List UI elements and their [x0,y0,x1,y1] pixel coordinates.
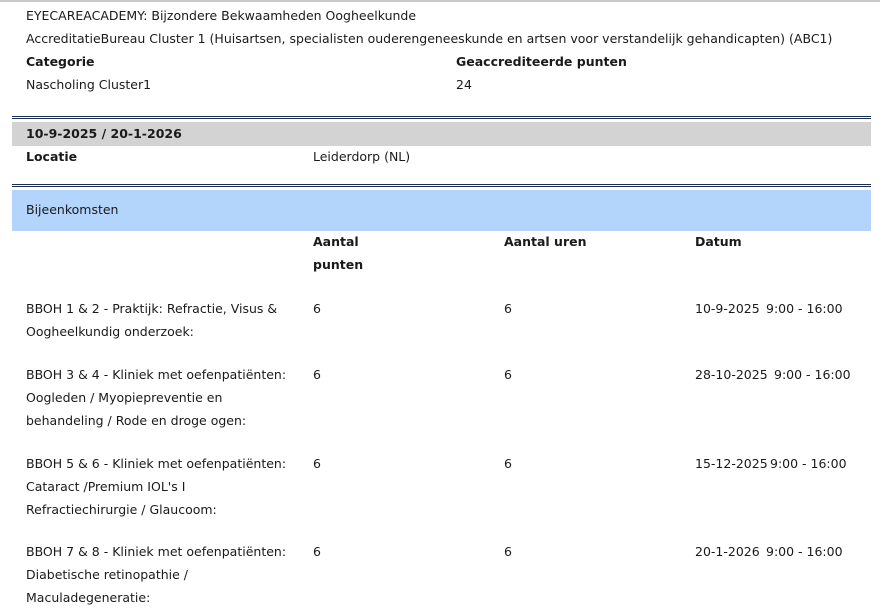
meeting-time: 9:00 - 16:00 [774,367,851,382]
divider [12,116,871,119]
divider [12,184,871,187]
meeting-date: 28-10-2025 [695,367,768,382]
location-label: Locatie [26,149,78,164]
meeting-hours: 6 [504,456,512,471]
meeting-hours: 6 [504,544,512,559]
meetings-header [12,190,871,231]
accreditation-body: AccreditatieBureau Cluster 1 (Huisartsen… [26,31,833,46]
session-date-range: 10-9-2025 / 20-1-2026 [26,126,182,141]
meeting-time: 9:00 - 16:00 [766,301,843,316]
column-header-hours: Aantal uren [504,234,587,249]
column-header-points: Aantal punten [313,234,364,272]
meeting-hours: 6 [504,367,512,382]
meeting-points: 6 [313,456,321,471]
meeting-points: 6 [313,301,321,316]
meeting-date: 20-1-2026 [695,544,760,559]
category-label: Categorie [26,54,95,69]
meeting-name: BBOH 5 & 6 - Kliniek met oefenpatiënten:… [26,456,287,517]
column-header-date: Datum [695,234,742,249]
meeting-time: 9:00 - 16:00 [770,456,847,471]
meeting-points: 6 [313,544,321,559]
meeting-hours: 6 [504,301,512,316]
meeting-name: BBOH 3 & 4 - Kliniek met oefenpatiënten:… [26,367,287,428]
course-title: EYECAREACADEMY: Bijzondere Bekwaamheden … [26,8,417,23]
meeting-date: 10-9-2025 [695,301,760,316]
top-border [0,0,880,2]
location-value: Leiderdorp (NL) [313,149,411,164]
points-value: 24 [456,77,472,92]
meeting-points: 6 [313,367,321,382]
meeting-date: 15-12-2025 [695,456,768,471]
category-value: Nascholing Cluster1 [26,77,152,92]
meeting-name: BBOH 1 & 2 - Praktijk: Refractie, Visus … [26,301,278,339]
meeting-time: 9:00 - 16:00 [766,544,843,559]
meetings-title: Bijeenkomsten [26,202,119,217]
points-label: Geaccrediteerde punten [456,54,627,69]
meeting-name: BBOH 7 & 8 - Kliniek met oefenpatiënten:… [26,544,287,605]
